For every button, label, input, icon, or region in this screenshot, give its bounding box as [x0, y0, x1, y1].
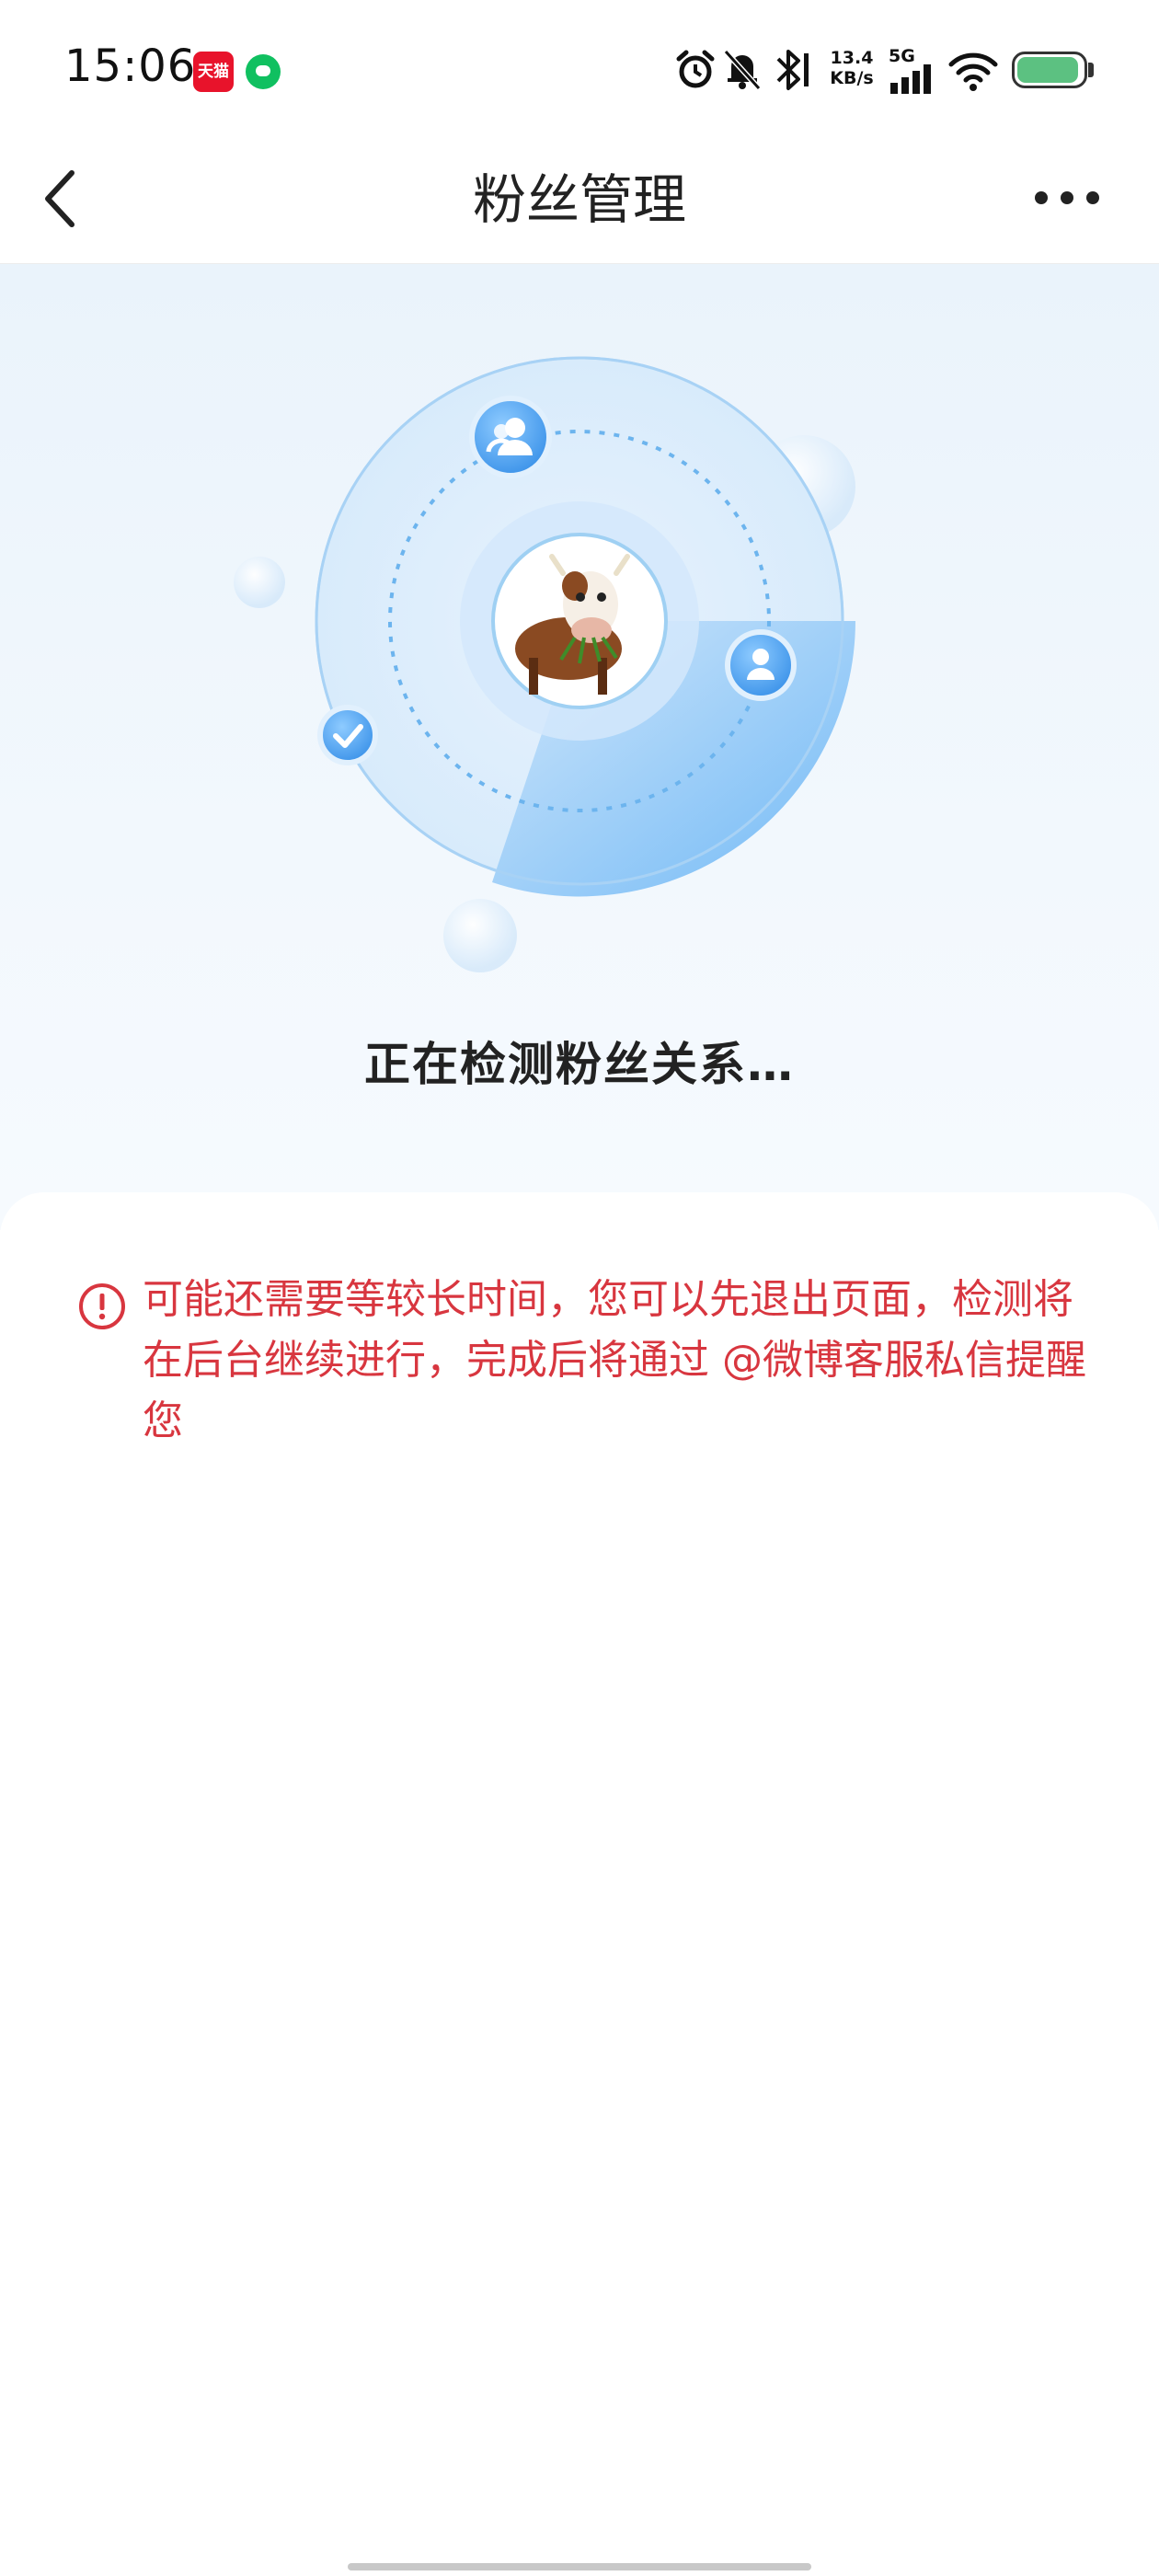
decor-bubble	[234, 557, 285, 608]
battery-level	[1017, 57, 1078, 83]
more-options-button[interactable]	[1021, 166, 1113, 230]
detection-status-text: 正在检测粉丝关系…	[364, 1038, 795, 1091]
mute-bell-icon	[723, 49, 762, 91]
alarm-icon	[676, 50, 715, 88]
decor-bubble	[443, 899, 517, 972]
battery-icon	[1012, 52, 1087, 88]
check-icon	[317, 705, 378, 765]
status-bar: 15:06 天猫 13.4 KB/s 5G	[0, 0, 1159, 138]
home-indicator[interactable]	[348, 2563, 811, 2570]
detection-hero: 正在检测粉丝关系…	[0, 264, 1159, 1230]
app-notification-icon	[246, 54, 281, 89]
users-icon	[469, 396, 552, 478]
radar-scan-illustration	[234, 356, 855, 972]
network-type-label: 5G	[889, 46, 915, 66]
battery-cap	[1088, 63, 1094, 77]
alert-circle-icon	[79, 1283, 125, 1329]
user-avatar	[491, 533, 668, 709]
status-time: 15:06	[64, 40, 197, 92]
user-icon	[725, 629, 797, 701]
bluetooth-icon	[776, 50, 809, 90]
tmall-notification-icon: 天猫	[193, 52, 234, 92]
cellular-signal-icon	[890, 64, 931, 94]
page-title: 粉丝管理	[472, 168, 686, 231]
network-speed: 13.4 KB/s	[830, 48, 874, 88]
nav-bar: 粉丝管理	[0, 138, 1159, 264]
notice-text: 可能还需要等较长时间，您可以先退出页面，检测将在后台继续进行，完成后将通过 @微…	[143, 1276, 1086, 1444]
wifi-icon	[948, 52, 998, 91]
